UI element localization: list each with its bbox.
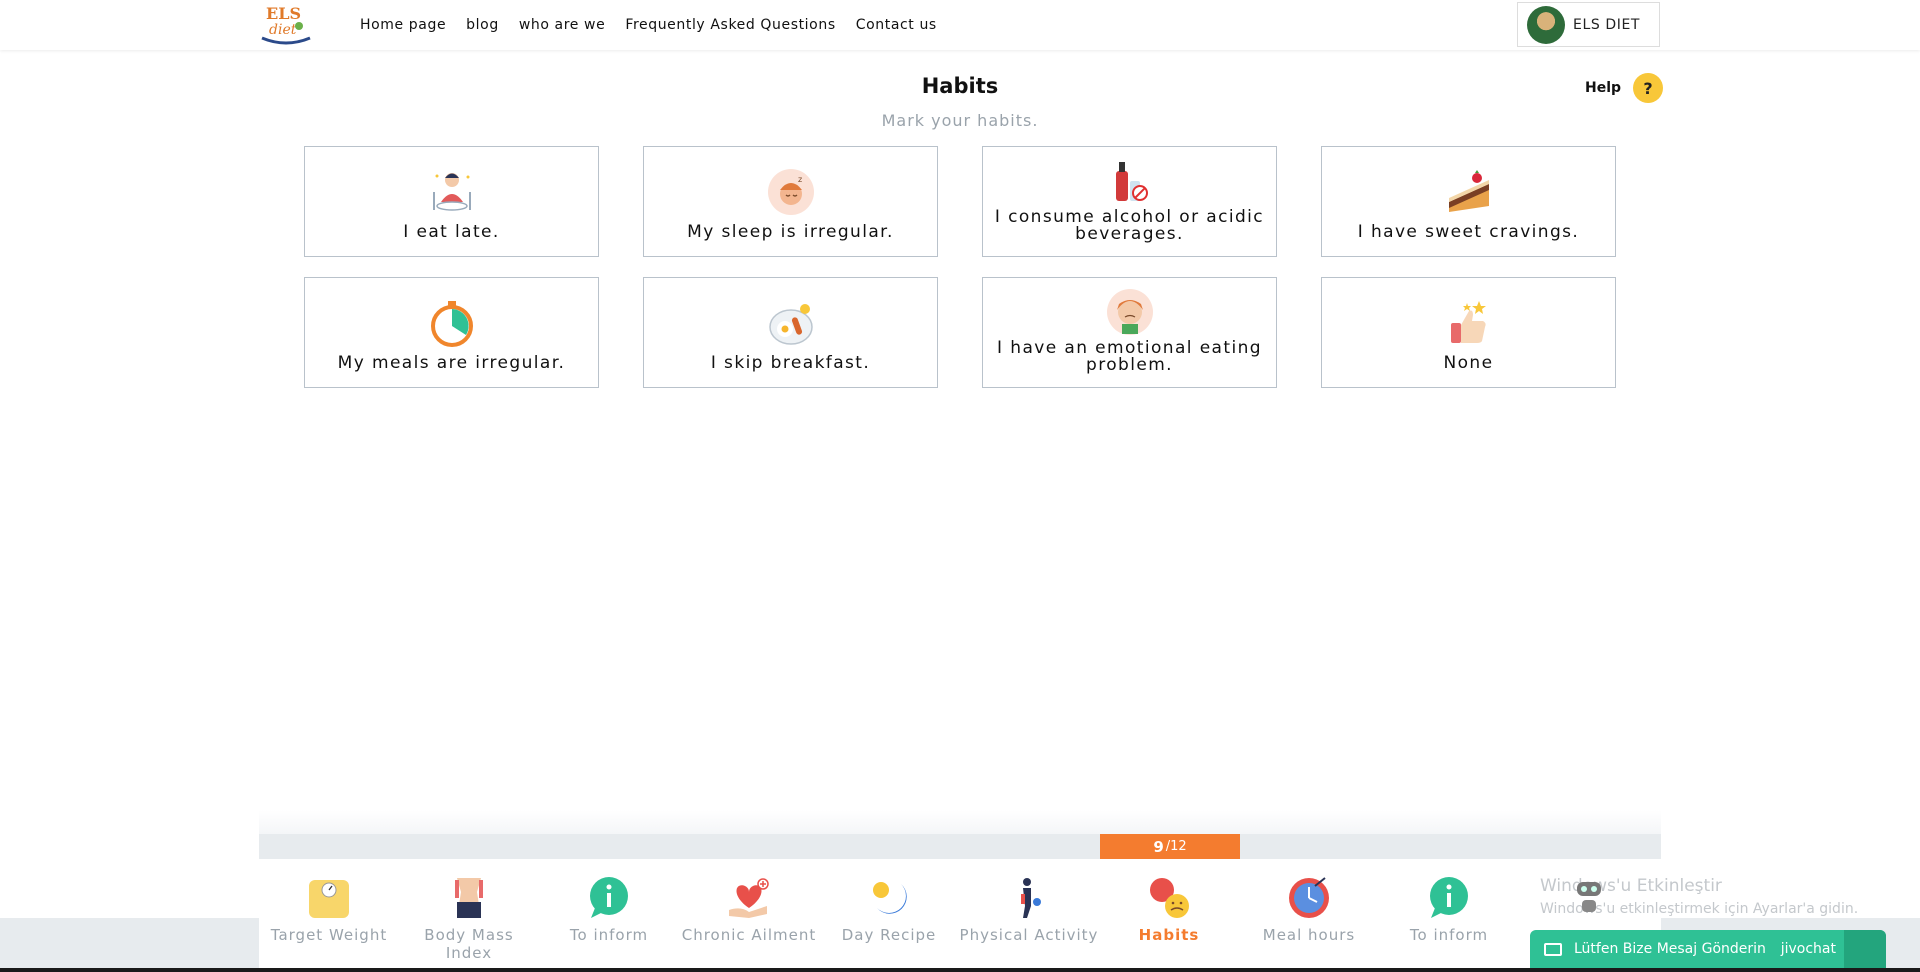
- svg-text:ELS: ELS: [266, 4, 301, 23]
- step-label: Target Weight: [270, 926, 388, 944]
- habit-option-irregular-sleep[interactable]: z My sleep is irregular.: [643, 146, 938, 257]
- habit-label: My sleep is irregular.: [687, 222, 894, 242]
- progress-total: /12: [1165, 839, 1187, 854]
- nav-who-are-we[interactable]: who are we: [519, 17, 606, 33]
- info-bubble-icon: [590, 877, 628, 918]
- step-physical-activity[interactable]: Physical Activity: [959, 876, 1099, 944]
- habit-label: I have sweet cravings.: [1357, 222, 1580, 242]
- habit-option-alcohol[interactable]: I consume alcohol or acidic beverages.: [982, 146, 1277, 257]
- habit-label: None: [1443, 353, 1494, 373]
- help-question-icon[interactable]: ?: [1633, 73, 1664, 103]
- habit-option-sweet-cravings[interactable]: I have sweet cravings.: [1321, 146, 1616, 257]
- help-label: Help: [1585, 80, 1622, 96]
- stepper-shadow: [259, 810, 1661, 834]
- step-meal-hours[interactable]: Meal hours: [1239, 876, 1379, 944]
- nav-home[interactable]: Home page: [360, 17, 446, 33]
- top-navbar: ELS diet Home page blog who are we Frequ…: [0, 0, 1920, 50]
- progress-badge: 9 /12: [1100, 834, 1240, 859]
- exercise-person-icon: [1021, 878, 1041, 918]
- svg-text:z: z: [798, 175, 802, 184]
- step-habits[interactable]: Habits: [1099, 876, 1239, 944]
- profile-name: ELS DIET: [1573, 16, 1641, 33]
- step-label: Meal hours: [1262, 926, 1356, 944]
- svg-text:diet: diet: [269, 22, 297, 38]
- chat-bot-icon[interactable]: [1574, 880, 1604, 916]
- step-label: Body Mass Index: [424, 926, 514, 962]
- progress-current: 9: [1153, 837, 1164, 856]
- nav-contact[interactable]: Contact us: [856, 17, 937, 33]
- nav-blog[interactable]: blog: [466, 17, 499, 33]
- cake-slice-icon: [1448, 170, 1489, 212]
- chat-label: Lütfen Bize Mesaj Gönderin: [1574, 941, 1766, 957]
- habit-label: I have an emotional eating problem.: [997, 338, 1262, 375]
- profile-button[interactable]: ELS DIET: [1517, 2, 1660, 47]
- clock-icon: [1289, 877, 1329, 918]
- emotional-face-icon: [1106, 289, 1153, 335]
- page-subtitle: Mark your habits.: [881, 111, 1039, 130]
- bottom-edge: [0, 968, 1920, 972]
- habit-option-eat-late[interactable]: I eat late.: [304, 146, 599, 257]
- emotions-icon: [1150, 878, 1189, 918]
- chat-corner: [1844, 930, 1886, 968]
- habit-option-skip-breakfast[interactable]: I skip breakfast.: [643, 277, 938, 388]
- habit-label: My meals are irregular.: [337, 353, 566, 373]
- step-label: Chronic Ailment: [681, 926, 817, 944]
- habit-label: I skip breakfast.: [710, 353, 871, 373]
- chat-widget[interactable]: Lütfen Bize Mesaj Gönderin jivochat: [1530, 930, 1886, 968]
- step-label: Physical Activity: [959, 926, 1099, 944]
- habit-option-irregular-meals[interactable]: My meals are irregular.: [304, 277, 599, 388]
- scale-icon: [309, 880, 349, 918]
- avatar: [1527, 5, 1565, 44]
- thumbs-up-stars-icon: [1450, 301, 1486, 343]
- eating-person-icon: [432, 173, 471, 211]
- step-body-mass-index[interactable]: Body Mass Index: [399, 876, 539, 962]
- mail-icon: [1544, 942, 1562, 956]
- step-label: To inform: [1409, 926, 1489, 944]
- sleeping-face-icon: z: [767, 169, 814, 215]
- main-nav: Home page blog who are we Frequently Ask…: [360, 0, 957, 50]
- bottle-no-icon: [1115, 162, 1148, 201]
- habit-option-emotional-eating[interactable]: I have an emotional eating problem.: [982, 277, 1277, 388]
- step-label: Day Recipe: [841, 926, 937, 944]
- sun-moon-icon: [873, 882, 907, 914]
- help-button[interactable]: Help ?: [1585, 73, 1664, 103]
- step-label: Habits: [1138, 926, 1200, 944]
- habit-option-none[interactable]: None: [1321, 277, 1616, 388]
- chat-brand: jivochat: [1780, 941, 1836, 957]
- els-diet-logo[interactable]: ELS diet: [259, 2, 313, 46]
- heart-hand-icon: [729, 878, 769, 918]
- breakfast-plate-icon: [768, 304, 813, 345]
- habit-label: I eat late.: [403, 222, 500, 242]
- windows-watermark-title: Windows'u Etkinleştir: [1540, 876, 1722, 896]
- step-label: To inform: [569, 926, 649, 944]
- step-day-recipe[interactable]: Day Recipe: [819, 876, 959, 944]
- step-to-inform-1[interactable]: To inform: [539, 876, 679, 944]
- footer-strip-left: [0, 918, 259, 972]
- nav-faq[interactable]: Frequently Asked Questions: [625, 17, 835, 33]
- info-bubble-icon: [1430, 877, 1468, 918]
- body-waist-icon: [455, 878, 483, 918]
- habit-label: I consume alcohol or acidic beverages.: [994, 207, 1265, 244]
- step-target-weight[interactable]: Target Weight: [259, 876, 399, 944]
- stopwatch-icon: [430, 301, 473, 347]
- step-chronic-ailment[interactable]: Chronic Ailment: [679, 876, 819, 944]
- progress-track: [259, 834, 1661, 859]
- step-to-inform-2[interactable]: To inform: [1379, 876, 1519, 944]
